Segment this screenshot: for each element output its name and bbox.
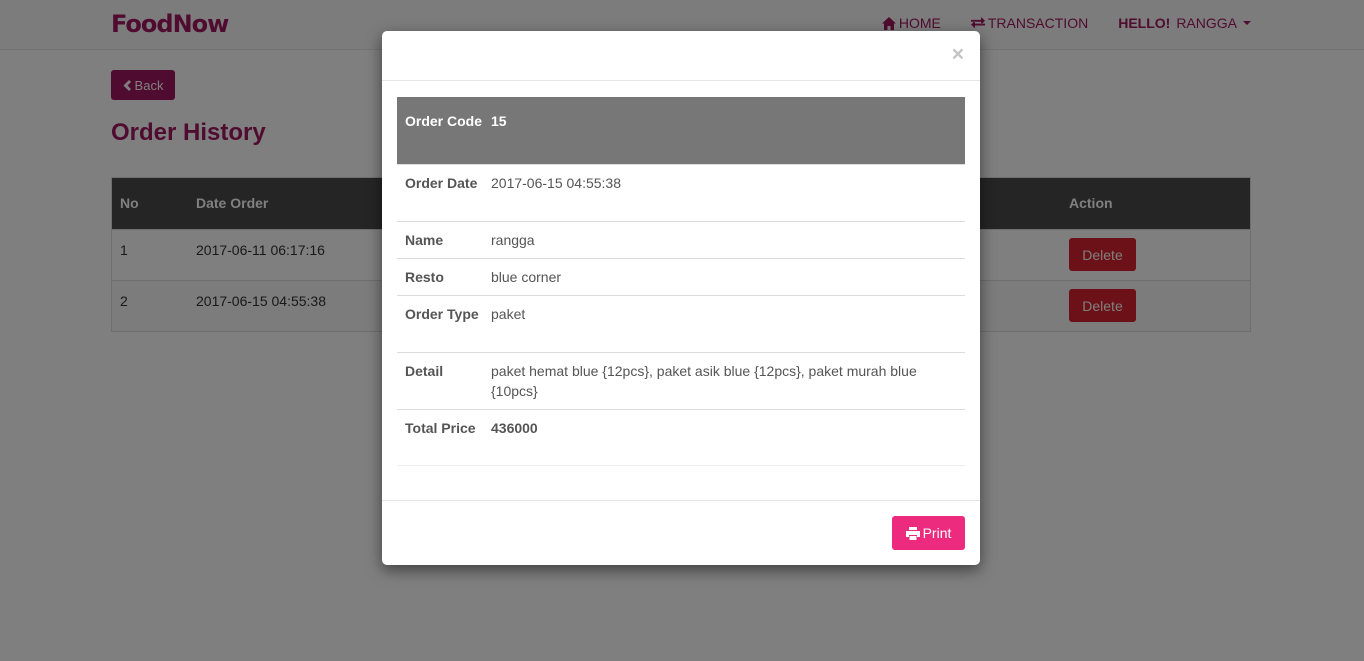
total-price-label: Total Price: [405, 420, 476, 436]
total-price-value: 436000: [491, 420, 538, 436]
detail-label: Detail: [405, 363, 444, 379]
name-value: rangga: [491, 232, 535, 248]
printer-icon: [905, 526, 920, 540]
detail-row-name: Name rangga: [397, 221, 965, 258]
resto-value: blue corner: [491, 269, 562, 285]
close-icon[interactable]: ×: [952, 44, 964, 65]
order-detail-modal: × Order Code 15 Order Date 2017-06-15 04…: [382, 31, 980, 565]
print-label: Print: [922, 525, 952, 541]
modal-body: Order Code 15 Order Date 2017-06-15 04:5…: [397, 97, 965, 466]
order-code-value: 15: [491, 113, 507, 129]
detail-row-order-type: Order Type paket: [397, 295, 965, 352]
detail-row-detail: Detail paket hemat blue {12pcs}, paket a…: [397, 352, 965, 409]
resto-label: Resto: [405, 269, 444, 285]
order-date-value: 2017-06-15 04:55:38: [491, 175, 621, 191]
order-code-label: Order Code: [405, 113, 483, 129]
order-type-value: paket: [491, 306, 526, 322]
detail-row-order-code: Order Code 15: [397, 97, 965, 164]
name-label: Name: [405, 232, 444, 248]
detail-value: paket hemat blue {12pcs}, paket asik blu…: [491, 363, 917, 399]
print-button[interactable]: Print: [892, 516, 965, 550]
detail-row-total-price: Total Price 436000: [397, 409, 965, 466]
modal-header: ×: [382, 31, 980, 81]
modal-footer: Print: [382, 500, 980, 565]
detail-row-order-date: Order Date 2017-06-15 04:55:38: [397, 164, 965, 221]
order-type-label: Order Type: [405, 306, 479, 322]
order-date-label: Order Date: [405, 175, 478, 191]
detail-row-resto: Resto blue corner: [397, 258, 965, 295]
